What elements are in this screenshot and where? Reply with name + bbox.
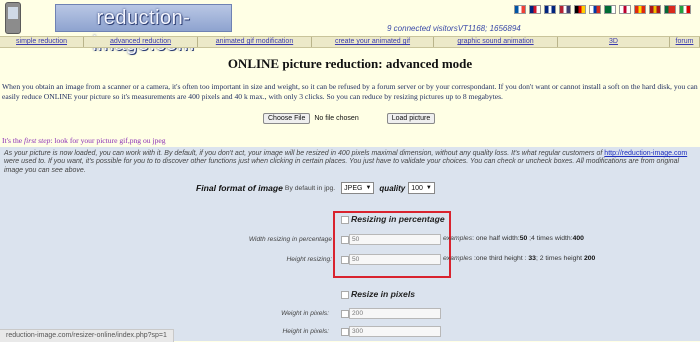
- load-picture-button[interactable]: Load picture: [386, 113, 436, 124]
- intro-paragraph: When you obtain an image from a scanner …: [2, 82, 698, 101]
- germany-flag-icon[interactable]: [574, 5, 586, 14]
- panel-note: As your picture is now loaded, you can w…: [4, 150, 694, 175]
- quality-select[interactable]: 100 ▼: [408, 182, 435, 194]
- site-link[interactable]: http://reduction-image.com: [604, 150, 687, 157]
- format-select[interactable]: JPEG ▼: [341, 182, 375, 194]
- height-resizing-input[interactable]: 50: [349, 254, 441, 265]
- example-text: ;4 times width:: [527, 235, 573, 242]
- note-text-2: were used to. If you want, it's possible…: [4, 158, 680, 174]
- nav-item-0[interactable]: simple reduction: [0, 37, 84, 47]
- japan-flag-icon[interactable]: [619, 5, 631, 14]
- first-step-suffix: : look for your picture gif,png ou jpeg: [50, 136, 166, 145]
- example-text: :one third height :: [472, 255, 529, 262]
- nav-item-4[interactable]: graphic sound animation: [434, 37, 558, 47]
- browser-status-bar: reduction-image.com/resizer-online/index…: [0, 329, 174, 342]
- nav-item-1[interactable]: advanced reduction: [84, 37, 198, 47]
- language-flags: [514, 5, 691, 14]
- weight-pixels-checkbox[interactable]: [341, 310, 349, 318]
- height-resizing-checkbox[interactable]: [341, 256, 349, 264]
- resize-pixels-title: Resize in pixels: [351, 289, 416, 299]
- height-pixels-input[interactable]: 300: [349, 326, 441, 337]
- portugal-flag-icon[interactable]: [664, 5, 676, 14]
- width-percentage-label: Width resizing in percentage: [248, 236, 332, 243]
- nav-item-6[interactable]: forum: [670, 37, 700, 47]
- resize-percentage-title: Resizing in percentage: [351, 214, 445, 224]
- nav-item-3[interactable]: create your animated gif: [312, 37, 434, 47]
- saudi-arabia-flag-icon[interactable]: [604, 5, 616, 14]
- note-text-1: As your picture is now loaded, you can w…: [4, 150, 605, 157]
- example-value: 200: [583, 255, 596, 262]
- first-step-emphasis: first step: [24, 136, 51, 145]
- resize-pixels-checkbox[interactable]: [341, 291, 349, 299]
- nav-item-2[interactable]: animated gif modification: [198, 37, 312, 47]
- russia-flag-icon[interactable]: [589, 5, 601, 14]
- example-text: ; 2 times height: [535, 255, 584, 262]
- no-file-label: No file chosen: [314, 115, 359, 122]
- usa-flag-icon[interactable]: [559, 5, 571, 14]
- france-flag-icon[interactable]: [514, 5, 526, 14]
- first-step-prefix: It's the: [2, 136, 25, 145]
- example-value: 400: [572, 235, 584, 242]
- width-percentage-checkbox[interactable]: [341, 236, 349, 244]
- main-nav: simple reduction advanced reduction animat…: [0, 36, 700, 48]
- height-pixels-label: Height in pixels:: [282, 328, 329, 335]
- example-prefix: examples: [443, 255, 473, 262]
- header: reduction-image.com 9 connected visitors…: [0, 0, 700, 55]
- example-prefix: examples: [443, 235, 473, 242]
- options-panel: As your picture is now loaded, you can w…: [0, 147, 700, 341]
- weight-pixels-label: Weight in pixels:: [281, 310, 329, 317]
- chevron-down-icon: ▼: [365, 185, 372, 191]
- first-step-hint: It's the first step: look for your pictu…: [2, 136, 166, 145]
- height-pixels-checkbox[interactable]: [341, 328, 349, 336]
- choose-file-button[interactable]: Choose File: [263, 113, 311, 124]
- visitor-counter: 9 connected visitorsVT1168; 1656894: [387, 24, 521, 33]
- chevron-down-icon: ▼: [425, 185, 432, 191]
- page-title: ONLINE picture reduction: advanced mode: [227, 56, 473, 71]
- china-flag-icon[interactable]: [634, 5, 646, 14]
- example-text: : one half width:: [472, 235, 520, 242]
- quality-select-value: 100: [411, 184, 423, 192]
- site-logo[interactable]: reduction-image.com: [55, 4, 232, 55]
- nav-item-5[interactable]: 3D: [558, 37, 670, 47]
- example-value: 33: [528, 255, 536, 262]
- format-label: Final format of image: [196, 183, 283, 193]
- format-default-note: By default in jpg.: [284, 184, 336, 192]
- australia-flag-icon[interactable]: [544, 5, 556, 14]
- width-percentage-input[interactable]: 50: [349, 234, 441, 245]
- width-percentage-example: examples: one half width:50 ;4 times wid…: [443, 235, 584, 242]
- iran-flag-icon[interactable]: [679, 5, 691, 14]
- weight-pixels-input[interactable]: 200: [349, 308, 441, 319]
- spain-flag-icon[interactable]: [649, 5, 661, 14]
- quality-label: quality: [379, 183, 406, 193]
- upload-row: Choose File No file chosen Load picture: [263, 113, 436, 124]
- uk-flag-icon[interactable]: [529, 5, 541, 14]
- phone-icon: [5, 2, 21, 34]
- height-resizing-example: examples :one third height : 33; 2 times…: [443, 255, 595, 262]
- height-resizing-label: Height resizing:: [286, 256, 332, 263]
- resize-percentage-checkbox[interactable]: [341, 216, 349, 224]
- format-row: Final format of image By default in jpg.…: [196, 182, 435, 194]
- format-select-value: JPEG: [344, 184, 363, 192]
